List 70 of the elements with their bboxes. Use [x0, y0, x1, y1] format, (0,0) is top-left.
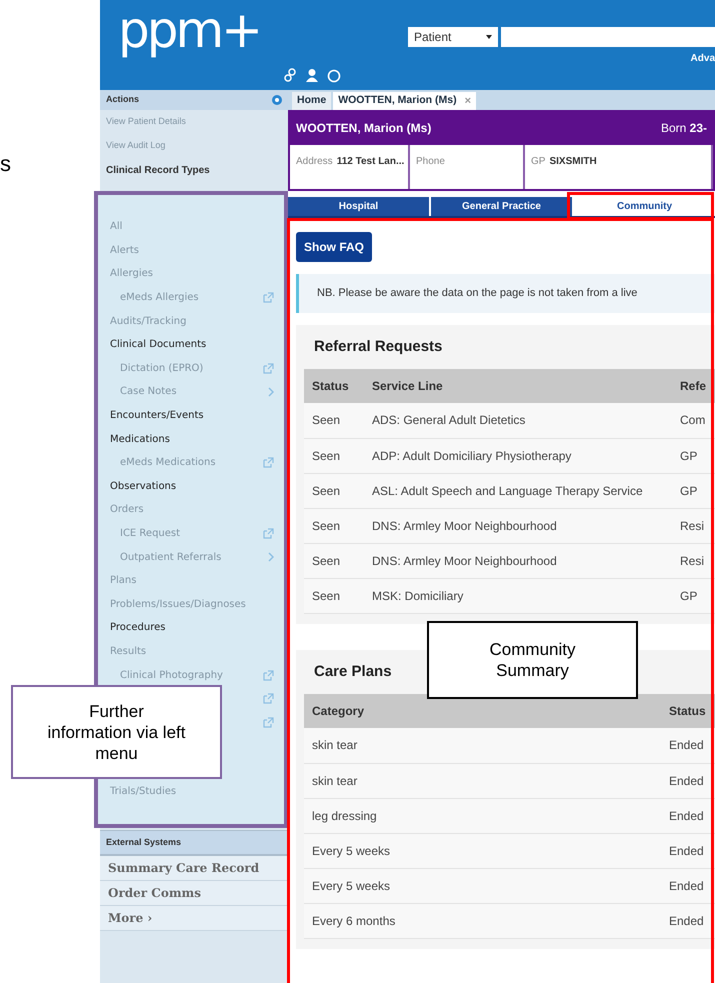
annotation-callout: Further information via left menu: [11, 685, 222, 779]
patient-info-field: GP SIXSMITH: [525, 145, 713, 189]
column-header: Category: [312, 704, 364, 718]
menu-item[interactable]: Medications: [110, 432, 170, 447]
table-cell: Ended: [661, 833, 715, 868]
view-tab[interactable]: Community: [574, 197, 715, 216]
table-cell: Ended: [661, 798, 715, 833]
table-cell: Ended: [661, 763, 715, 798]
patient-info-field: Phone: [410, 145, 525, 189]
menu-item[interactable]: Encounters/Events: [110, 408, 204, 424]
table-cell: DNS: Armley Moor Neighbourhood: [364, 508, 672, 543]
menu-item[interactable]: Clinical Documents: [110, 337, 206, 352]
search-scope-select[interactable]: Patient: [408, 27, 498, 47]
info-icon: [272, 95, 282, 105]
circle-icon[interactable]: [327, 68, 341, 82]
table-cell: ADS: General Adult Dietetics: [364, 403, 672, 438]
caret-icon: [486, 35, 492, 39]
column-header: Status: [312, 379, 349, 393]
table-cell: DNS: Armley Moor Neighbourhood: [364, 543, 672, 578]
search-field[interactable]: [501, 27, 715, 47]
actions-title: Actions: [106, 93, 140, 106]
table-cell: Resi: [672, 543, 715, 578]
table-cell: Every 6 months: [304, 903, 661, 938]
table-cell: Seen: [304, 543, 364, 578]
annotation-callout: Community Summary: [427, 621, 638, 699]
table-cell: leg dressing: [304, 798, 661, 833]
advanced-search-link[interactable]: Adva: [690, 51, 715, 66]
notice-text: NB. Please be aware the data on the page is not taken from a live: [296, 274, 715, 312]
panel-title: Care Plans: [314, 662, 392, 682]
table-cell: Seen: [304, 438, 364, 473]
table-cell: Ended: [661, 868, 715, 903]
external-link[interactable]: Summary Care Record: [100, 856, 288, 881]
patient-info-field: Address 112 Test Lan...: [290, 145, 410, 189]
table-cell: skin tear: [304, 728, 661, 763]
patient-tab[interactable]: WOOTTEN, Marion (Ms) ×: [333, 92, 476, 110]
table-cell: Seen: [304, 473, 364, 508]
table-cell: Ended: [661, 728, 715, 763]
table-cell: Seen: [304, 578, 364, 613]
show-faq-button[interactable]: Show FAQ: [296, 232, 372, 262]
table-cell: skin tear: [304, 763, 661, 798]
share-icon[interactable]: [283, 68, 297, 83]
patient-tab[interactable]: Home: [292, 92, 332, 110]
user-icon[interactable]: [305, 68, 319, 83]
table-cell: ASL: Adult Speech and Language Therapy Service: [364, 473, 672, 508]
annotation-text: s: [0, 150, 11, 178]
close-icon[interactable]: ×: [464, 92, 472, 110]
table-cell: Seen: [304, 508, 364, 543]
table-cell: Resi: [672, 508, 715, 543]
table-cell: GP: [672, 578, 715, 613]
external-systems-header: External Systems: [100, 830, 288, 856]
column-header: Service Line: [372, 379, 443, 393]
menu-item[interactable]: Procedures: [110, 620, 166, 636]
table-cell: ADP: Adult Domiciliary Physiotherapy: [364, 438, 672, 473]
section-title: Clinical Record Types: [105, 164, 211, 178]
birth-date: Born 23-: [660, 120, 707, 136]
column-header: Refe: [680, 379, 706, 393]
table-cell: GP: [672, 473, 715, 508]
table-cell: Every 5 weeks: [304, 868, 661, 903]
menu-item[interactable]: Observations: [110, 478, 176, 494]
table-cell: Seen: [304, 403, 364, 438]
patient-name: WOOTTEN, Marion (Ms): [296, 120, 432, 136]
external-link[interactable]: Order Comms: [100, 881, 288, 906]
external-link[interactable]: More ›: [100, 906, 288, 931]
table-cell: Every 5 weeks: [304, 833, 661, 868]
table-cell: GP: [672, 438, 715, 473]
table-cell: Ended: [661, 903, 715, 938]
panel-title: Referral Requests: [314, 336, 442, 356]
table-cell: MSK: Domiciliary: [364, 578, 672, 613]
column-header: Status: [669, 704, 706, 718]
table-cell: Com: [672, 403, 715, 438]
